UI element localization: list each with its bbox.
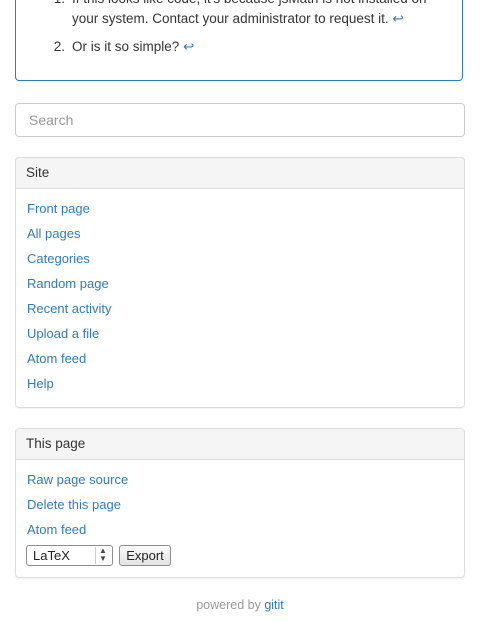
site-link-atom-feed[interactable]: Atom feed — [27, 351, 86, 367]
footnote-number: 1. — [52, 0, 65, 9]
footnote-backref-link[interactable]: ↩ — [183, 39, 194, 54]
footnote-text-wrapper: If this looks like code, it's because js… — [72, 0, 444, 29]
footnote-text: If this looks like code, it's because js… — [72, 0, 427, 26]
page-link-delete[interactable]: Delete this page — [27, 497, 121, 513]
export-format-select[interactable]: LaTeX ▲ ▼ — [26, 545, 113, 566]
export-format-value: LaTeX — [33, 548, 70, 563]
page-link-atom-feed[interactable]: Atom feed — [27, 522, 86, 538]
gitit-link[interactable]: gitit — [264, 598, 283, 612]
site-link-random-page[interactable]: Random page — [27, 276, 109, 292]
site-panel: Site Front page All pages Categories Ran… — [15, 157, 465, 408]
site-link-help[interactable]: Help — [27, 376, 54, 392]
select-updown-icon: ▲ ▼ — [95, 547, 110, 564]
site-link-recent-activity[interactable]: Recent activity — [27, 301, 112, 317]
site-link-all-pages[interactable]: All pages — [27, 226, 80, 242]
search-input[interactable] — [15, 103, 465, 137]
page-link-raw-source[interactable]: Raw page source — [27, 472, 128, 488]
this-page-panel: This page Raw page source Delete this pa… — [15, 428, 465, 578]
export-button[interactable]: Export — [119, 545, 171, 566]
footnote-text: Or is it so simple? — [72, 39, 180, 54]
footer-prefix: powered by — [196, 598, 261, 612]
this-page-panel-title: This page — [16, 429, 464, 460]
site-link-categories[interactable]: Categories — [27, 251, 90, 267]
footnote-backref-link[interactable]: ↩ — [392, 11, 403, 26]
footnote-text-wrapper: Or is it so simple? ↩ — [72, 37, 444, 57]
site-panel-title: Site — [16, 158, 464, 189]
site-link-upload-file[interactable]: Upload a file — [27, 326, 99, 342]
footer: powered by gitit — [0, 598, 480, 612]
site-link-front-page[interactable]: Front page — [27, 201, 90, 217]
footnotes-section: 1. If this looks like code, it's because… — [15, 0, 463, 81]
footnote-number: 2. — [53, 39, 65, 54]
